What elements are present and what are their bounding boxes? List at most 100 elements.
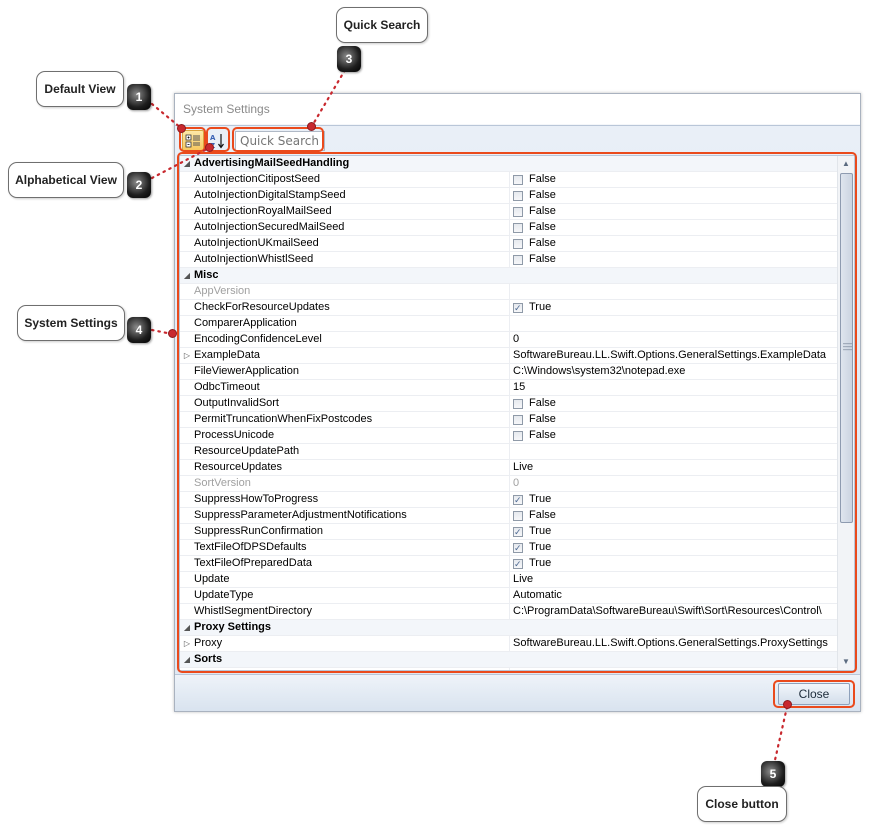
property-row[interactable]: ResourceUpdatePath [180,444,837,460]
checkbox-checked[interactable] [513,493,523,507]
property-name: SuppressParameterAdjustmentNotifications [194,508,510,523]
category-row[interactable]: ◢ Sorts [180,652,837,668]
property-value[interactable]: True [510,540,837,555]
property-value[interactable]: False [510,396,837,411]
scrollbar-thumb[interactable]: — — — [840,173,853,523]
property-value[interactable]: True [510,524,837,539]
property-value[interactable]: False [510,188,837,203]
collapse-triangle-icon[interactable]: ◢ [180,652,194,667]
property-row[interactable]: EncodingConfidenceLevel 0 [180,332,837,348]
checkbox-unchecked[interactable] [513,206,523,217]
checkbox-unchecked[interactable] [513,510,523,521]
property-row[interactable]: AutoInjectionCitipostSeed False [180,172,837,188]
checkbox-unchecked[interactable] [513,430,523,441]
property-row[interactable]: ProcessUnicode False [180,428,837,444]
category-row[interactable]: ◢ Proxy Settings [180,620,837,636]
property-value-text: False [529,413,556,425]
property-value[interactable] [510,444,837,459]
checkbox-checked[interactable] [513,557,523,571]
checkbox-unchecked[interactable] [513,222,523,233]
property-row[interactable]: AutoInjectionWhistlSeed False [180,252,837,268]
property-row[interactable]: SuppressRunConfirmation True [180,524,837,540]
property-row[interactable]: AppVersion [180,284,837,300]
property-value[interactable]: False [510,428,837,443]
checkbox-checked[interactable] [513,301,523,315]
property-value[interactable]: 0 [510,476,837,491]
expand-triangle-icon[interactable]: ▷ [180,636,194,651]
property-row[interactable]: AutoInjectionRoyalMailSeed False [180,204,837,220]
property-row[interactable]: OdbcTimeout 15 [180,380,837,396]
category-row[interactable]: ◢ AdvertisingMailSeedHandling [180,156,837,172]
property-row[interactable]: ▷AddressFieldDefaultsSoftwareBureau.LL.S… [180,668,837,670]
property-value[interactable]: 15 [510,380,837,395]
property-row[interactable]: AutoInjectionUKmailSeed False [180,236,837,252]
property-value[interactable]: False [510,252,837,267]
property-name: Update [194,572,510,587]
checkbox-checked[interactable] [513,541,523,555]
quick-search-input[interactable] [235,131,325,151]
expand-triangle-icon[interactable]: ▷ [180,348,194,363]
property-value[interactable]: Live [510,460,837,475]
property-value[interactable]: True [510,300,837,315]
property-value[interactable]: False [510,412,837,427]
row-indent [180,492,194,507]
property-value[interactable]: Automatic [510,588,837,603]
property-value[interactable]: True [510,492,837,507]
property-name: AutoInjectionRoyalMailSeed [194,204,510,219]
collapse-triangle-icon[interactable]: ◢ [180,156,194,171]
property-row[interactable]: TextFileOfPreparedData True [180,556,837,572]
property-value[interactable]: False [510,508,837,523]
property-row[interactable]: SortVersion 0 [180,476,837,492]
checkbox-unchecked[interactable] [513,398,523,409]
property-value[interactable]: SoftwareBureau.LL.Swift.Options.GeneralS… [510,636,837,651]
window-title: System Settings [175,94,860,124]
property-row[interactable]: SuppressHowToProgress True [180,492,837,508]
property-row[interactable]: FileViewerApplication C:\Windows\system32… [180,364,837,380]
checkbox-unchecked[interactable] [513,174,523,185]
property-row[interactable]: AutoInjectionSecuredMailSeed False [180,220,837,236]
checkbox-unchecked[interactable] [513,238,523,249]
checkbox-unchecked[interactable] [513,414,523,425]
checkbox-checked[interactable] [513,525,523,539]
checkbox-unchecked[interactable] [513,254,523,265]
property-row[interactable]: ▷ ExampleData SoftwareBureau.LL.Swift.Opti… [180,348,837,364]
property-name: AutoInjectionSecuredMailSeed [194,220,510,235]
property-value[interactable] [510,284,837,299]
property-name: UpdateType [194,588,510,603]
checkbox-unchecked[interactable] [513,190,523,201]
collapse-triangle-icon[interactable]: ◢ [180,268,194,283]
default-view-button[interactable] [182,130,204,152]
property-value[interactable]: False [510,220,837,235]
property-value[interactable]: False [510,236,837,251]
property-row[interactable]: AutoInjectionDigitalStampSeed False [180,188,837,204]
vertical-scrollbar[interactable]: ▲ — — — ▼ [837,156,854,670]
property-row[interactable]: WhistlSegmentDirectory C:\ProgramData\Sof… [180,604,837,620]
property-row[interactable]: SuppressParameterAdjustmentNotifications… [180,508,837,524]
property-value[interactable]: C:\Windows\system32\notepad.exe [510,364,837,379]
property-row[interactable]: ▷ Proxy SoftwareBureau.LL.Swift.Options.Ge… [180,636,837,652]
property-row[interactable]: ResourceUpdates Live [180,460,837,476]
expand-triangle-icon[interactable]: ▷ [180,668,194,670]
scroll-down-arrow-icon[interactable]: ▼ [838,654,854,670]
category-label: AdvertisingMailSeedHandling [194,157,350,169]
property-value[interactable]: True [510,556,837,571]
property-row[interactable]: ComparerApplication [180,316,837,332]
property-value[interactable]: SoftwareBureau.LL.Swift.Options.AddressF… [510,668,837,670]
property-value[interactable]: SoftwareBureau.LL.Swift.Options.GeneralS… [510,348,837,363]
property-row[interactable]: TextFileOfDPSDefaults True [180,540,837,556]
property-name: AppVersion [194,284,510,299]
property-row[interactable]: OutputInvalidSort False [180,396,837,412]
property-row[interactable]: PermitTruncationWhenFixPostcodes False [180,412,837,428]
property-row[interactable]: Update Live [180,572,837,588]
property-value[interactable]: False [510,172,837,187]
collapse-triangle-icon[interactable]: ◢ [180,620,194,635]
property-value[interactable]: C:\ProgramData\SoftwareBureau\Swift\Sort… [510,604,837,619]
category-row[interactable]: ◢ Misc [180,268,837,284]
property-value[interactable]: False [510,204,837,219]
scroll-up-arrow-icon[interactable]: ▲ [838,156,854,172]
property-value[interactable]: 0 [510,332,837,347]
property-value[interactable]: Live [510,572,837,587]
property-row[interactable]: CheckForResourceUpdates True [180,300,837,316]
property-row[interactable]: UpdateType Automatic [180,588,837,604]
property-value[interactable] [510,316,837,331]
